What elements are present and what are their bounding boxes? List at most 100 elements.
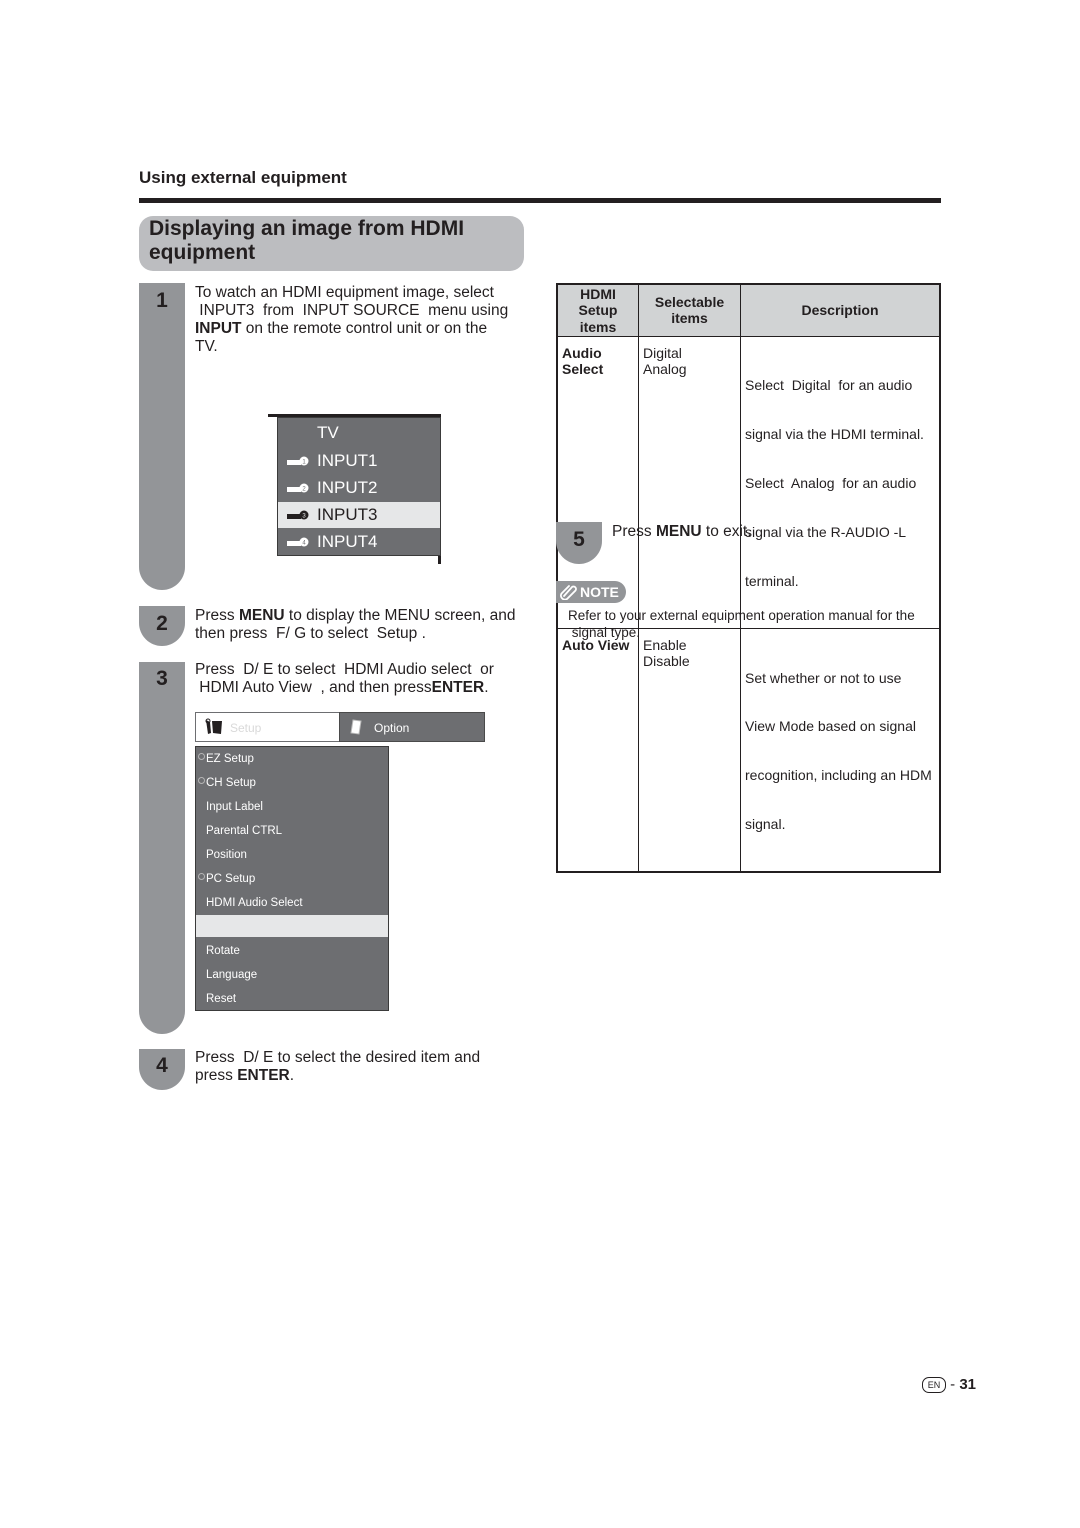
step-3-line-2-post: . [484, 679, 489, 696]
setup-item-label: HDMI Audio Select [206, 897, 303, 909]
key-line: Audio [562, 344, 602, 361]
page-title: Displaying an image from HDMI equipment [149, 217, 464, 265]
page-number: 31 [959, 1376, 977, 1393]
input-menu-item-label: INPUT1 [317, 451, 378, 470]
step-3-line-2-pre: HDMI Auto View , and then press [195, 679, 432, 696]
step-3-text: Press D/ E to select HDMI Audio select o… [195, 661, 540, 697]
description-line: Select Analog for an audio [745, 475, 917, 492]
input-menu-item-label: INPUT4 [317, 532, 378, 551]
section-label: Using external equipment [139, 168, 347, 187]
header-selectable-items: Selectable items [638, 283, 741, 337]
setup-item-label: EZ Setup [206, 753, 254, 765]
setup-item-reset[interactable]: Reset [196, 987, 388, 1011]
title-line-2: equipment [149, 241, 256, 264]
setup-item-ch-setup[interactable]: CH Setup [196, 771, 388, 795]
note-line-1: Refer to your external equipment operati… [568, 608, 915, 623]
menu-key: MENU [655, 523, 702, 540]
lock-icon [198, 777, 205, 784]
input-menu-item-label: INPUT2 [317, 478, 378, 497]
description-line: signal. [745, 816, 786, 833]
language-badge-icon: EN [922, 1377, 946, 1393]
row-key: Auto View [556, 627, 639, 873]
setup-item-parental-ctrl[interactable]: Parental CTRL [196, 819, 388, 843]
input-menu-item-tv[interactable]: TV [278, 420, 440, 446]
row-options: Digital Analog [638, 335, 741, 629]
step-1-number: 1 [156, 289, 168, 312]
option-value: Analog [643, 361, 687, 378]
title-line-1: Displaying an image from HDMI [149, 217, 465, 240]
header-line: Description [801, 302, 879, 319]
step-3-number: 3 [156, 667, 168, 690]
menu-key: MENU [238, 607, 285, 624]
step-4-line-2: press ENTER. [195, 1067, 540, 1085]
input-menu-item-input3[interactable]: 3 INPUT3 [278, 502, 440, 528]
note-badge: NOTE [556, 581, 626, 603]
step-1-line-4: TV. [195, 338, 218, 355]
step-5-pre: Press [612, 523, 656, 540]
step-2-text: Press MENU to display the MENU screen, a… [195, 607, 540, 643]
step-4-number: 4 [156, 1054, 168, 1077]
input-plug-4-icon: 4 [287, 537, 309, 547]
header-line: Setup [578, 302, 618, 319]
input-menu-item-input4[interactable]: 4 INPUT4 [278, 529, 440, 555]
step-1-bar [139, 283, 185, 590]
footer-separator: - [946, 1376, 960, 1393]
option-value: Digital [643, 344, 682, 361]
note-label: NOTE [580, 584, 619, 600]
step-1-line-3-rest: on the remote control unit or on the [241, 320, 488, 337]
input-key: INPUT [195, 320, 242, 337]
step-2-line-1-rest: to display the MENU screen, and [284, 607, 516, 624]
input-plug-3-icon: 3 [287, 510, 309, 520]
input-menu-item-input2[interactable]: 2 INPUT2 [278, 475, 440, 501]
setup-item-highlighted[interactable] [196, 915, 388, 937]
step-3-bar [139, 662, 185, 1034]
header-line: items [671, 310, 708, 327]
header-description: Description [740, 283, 941, 337]
setup-item-label: Position [206, 849, 247, 861]
setup-item-hdmi-audio-select[interactable]: HDMI Audio Select [196, 891, 388, 915]
step-2-line-2: then press F/ G to select Setup . [195, 625, 426, 642]
setup-item-input-label[interactable]: Input Label [196, 795, 388, 819]
input-source-menu: TV 1 INPUT1 2 INPUT2 3 INPUT3 4 INPUT4 [277, 417, 441, 556]
step-5-text: Press MENU to exit. [612, 523, 752, 541]
option-value: Disable [643, 653, 690, 670]
setup-item-label: Language [206, 969, 258, 981]
setup-tools-icon [205, 718, 222, 734]
step-1-line-1: To watch an HDMI equipment image, select [195, 284, 494, 301]
input-plug-1-icon: 1 [287, 456, 309, 466]
step-5-number: 5 [573, 528, 585, 551]
lock-icon [198, 753, 205, 760]
step-5-post: to exit. [701, 523, 752, 540]
step-2-pre: Press [195, 607, 239, 624]
setup-item-position[interactable]: Position [196, 843, 388, 867]
input-plug-2-icon: 2 [287, 483, 309, 493]
row-description: Select Digital for an audio signal via t… [740, 335, 941, 629]
step-4-line-2-post: . [289, 1067, 295, 1084]
description-line: Set whether or not to use [745, 669, 902, 686]
description-line: signal via the R-AUDIO -L [745, 524, 907, 541]
setup-item-ez-setup[interactable]: EZ Setup [196, 747, 388, 771]
input-menu-item-input1[interactable]: 1 INPUT1 [278, 448, 440, 474]
step-4-line-2-pre: press [195, 1067, 238, 1084]
row-options: Enable Disable [638, 627, 741, 873]
setup-item-rotate[interactable]: Rotate [196, 939, 388, 963]
description-line: signal via the HDMI terminal. [745, 426, 924, 443]
enter-key: ENTER [431, 679, 485, 696]
setup-item-language[interactable]: Language [196, 963, 388, 987]
tab-option[interactable]: Option [339, 712, 485, 742]
step-4-text: Press D/ E to select the desired item an… [195, 1049, 540, 1085]
table-row: Auto View Enable Disable Set whether or … [556, 627, 941, 873]
input-menu-item-label: INPUT3 [317, 505, 378, 524]
header-line: HDMI [580, 286, 616, 302]
input-menu-item-label: TV [317, 423, 339, 442]
setup-menu: EZ Setup CH Setup Input Label Parental C… [195, 746, 389, 1011]
setup-item-pc-setup[interactable]: PC Setup [196, 867, 388, 891]
setup-item-label: Input Label [206, 801, 263, 813]
setup-item-label: Reset [206, 993, 237, 1005]
lock-icon [198, 873, 205, 880]
tab-setup[interactable]: Setup [195, 712, 340, 742]
step-2-line-1: Press MENU to display the MENU screen, a… [195, 607, 540, 625]
description-line: Select Digital for an audio [745, 377, 913, 394]
setup-item-label: PC Setup [206, 873, 256, 885]
paperclip-icon [560, 585, 577, 600]
